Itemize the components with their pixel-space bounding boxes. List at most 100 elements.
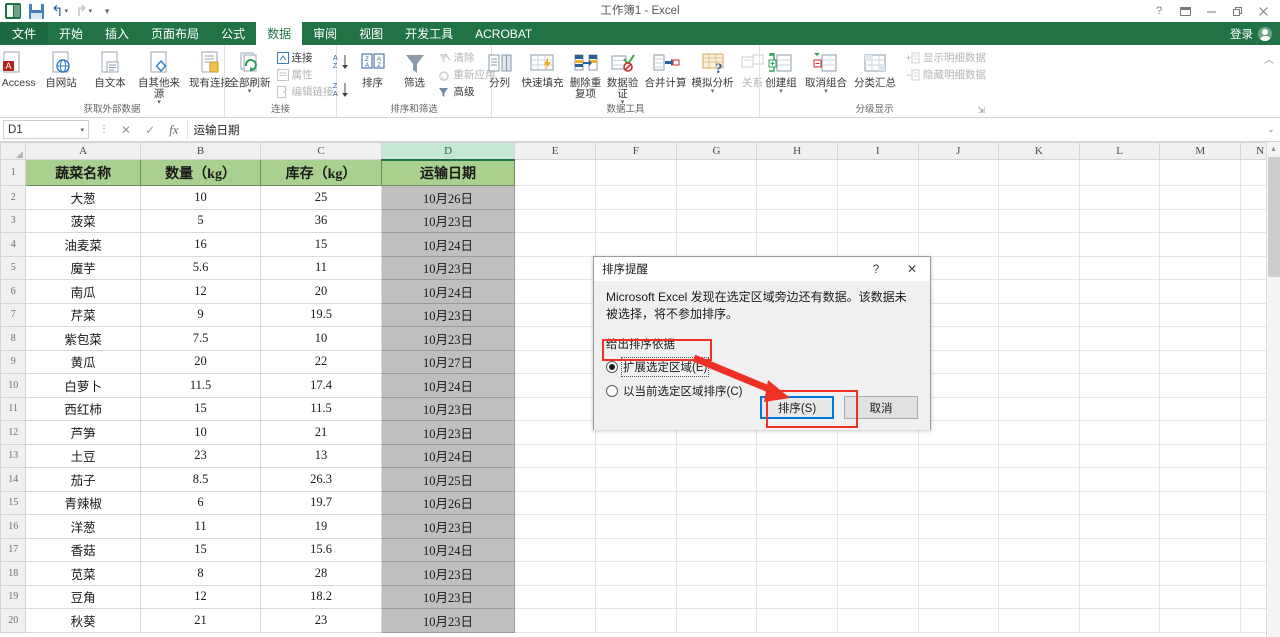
cell-k15[interactable]: [998, 490, 1080, 515]
cell-e11[interactable]: [514, 396, 596, 421]
cell-a10[interactable]: 白萝卜: [25, 373, 141, 398]
cell-k19[interactable]: [998, 584, 1080, 609]
cell-b20[interactable]: 21: [139, 608, 262, 633]
cell-k3[interactable]: [998, 208, 1080, 233]
cell-m3[interactable]: [1159, 208, 1242, 233]
cell-m1[interactable]: [1159, 159, 1242, 186]
cell-c9[interactable]: 22: [260, 349, 382, 374]
button-consolidate[interactable]: 合并计算: [642, 48, 690, 89]
cell-h13[interactable]: [756, 443, 838, 468]
cell-m9[interactable]: [1159, 349, 1242, 374]
cell-c4[interactable]: 15: [260, 232, 382, 257]
row-header-16[interactable]: 16: [0, 514, 27, 539]
cancel-entry-icon[interactable]: ✕: [121, 123, 131, 137]
cell-d20[interactable]: 10月23日: [380, 608, 516, 633]
button-hide-detail[interactable]: − 隐藏明细数据: [904, 67, 988, 82]
cell-k20[interactable]: [998, 608, 1080, 633]
cell-a16[interactable]: 洋葱: [25, 514, 141, 539]
cell-h2[interactable]: [756, 185, 838, 210]
cell-l9[interactable]: [1078, 349, 1161, 374]
cell-a1[interactable]: 蔬菜名称: [25, 159, 141, 186]
outline-dialog-launcher[interactable]: ⇲: [977, 105, 985, 116]
column-header-b[interactable]: B: [139, 142, 262, 160]
row-header-4[interactable]: 4: [0, 232, 27, 257]
cell-m19[interactable]: [1159, 584, 1242, 609]
expand-formula-bar-icon[interactable]: ⌄: [1262, 125, 1280, 134]
column-header-i[interactable]: I: [836, 142, 919, 160]
cell-k16[interactable]: [998, 514, 1080, 539]
cell-c18[interactable]: 28: [260, 561, 382, 586]
cell-l13[interactable]: [1078, 443, 1161, 468]
cell-h3[interactable]: [756, 208, 838, 233]
cell-g15[interactable]: [675, 490, 758, 515]
cell-b14[interactable]: 8.5: [139, 467, 262, 492]
cell-l18[interactable]: [1078, 561, 1161, 586]
row-header-19[interactable]: 19: [0, 584, 27, 609]
scrollbar-thumb[interactable]: [1268, 157, 1280, 277]
cell-g17[interactable]: [675, 537, 758, 562]
cell-m10[interactable]: [1159, 373, 1242, 398]
cell-h17[interactable]: [756, 537, 838, 562]
cell-e16[interactable]: [514, 514, 596, 539]
row-header-10[interactable]: 10: [0, 373, 27, 398]
chevron-down-icon[interactable]: ▾: [80, 126, 84, 134]
dialog-help-icon[interactable]: ?: [858, 257, 894, 281]
cell-m14[interactable]: [1159, 467, 1242, 492]
chevron-down-icon[interactable]: ▾: [824, 88, 828, 95]
close-icon[interactable]: [1250, 1, 1276, 21]
row-header-20[interactable]: 20: [0, 608, 27, 633]
cell-f18[interactable]: [594, 561, 677, 586]
cell-g18[interactable]: [675, 561, 758, 586]
cell-j4[interactable]: [917, 232, 1000, 257]
cell-m15[interactable]: [1159, 490, 1242, 515]
insert-function-icon[interactable]: fx: [169, 122, 178, 138]
cell-l8[interactable]: [1078, 326, 1161, 351]
cell-d19[interactable]: 10月23日: [380, 584, 516, 609]
cell-f14[interactable]: [594, 467, 677, 492]
cell-a4[interactable]: 油麦菜: [25, 232, 141, 257]
cell-b13[interactable]: 23: [139, 443, 262, 468]
cell-i2[interactable]: [836, 185, 919, 210]
button-from-web[interactable]: 自网站: [37, 48, 85, 89]
button-ungroup[interactable]: 取消组合 ▾: [802, 48, 850, 95]
cell-b1[interactable]: 数量（kg）: [139, 159, 262, 186]
column-header-m[interactable]: M: [1159, 142, 1242, 160]
tab-formulas[interactable]: 公式: [210, 22, 256, 45]
column-header-l[interactable]: L: [1078, 142, 1161, 160]
cell-k12[interactable]: [998, 420, 1080, 445]
cell-k6[interactable]: [998, 279, 1080, 304]
cell-l2[interactable]: [1078, 185, 1161, 210]
cell-g20[interactable]: [675, 608, 758, 633]
cell-i1[interactable]: [836, 159, 919, 186]
cell-k13[interactable]: [998, 443, 1080, 468]
undo-icon[interactable]: ↰ ▾: [51, 2, 68, 20]
cell-h15[interactable]: [756, 490, 838, 515]
cell-g14[interactable]: [675, 467, 758, 492]
cell-m17[interactable]: [1159, 537, 1242, 562]
cell-g3[interactable]: [675, 208, 758, 233]
cell-h16[interactable]: [756, 514, 838, 539]
cell-b6[interactable]: 12: [139, 279, 262, 304]
tab-page-layout[interactable]: 页面布局: [140, 22, 210, 45]
cell-j2[interactable]: [917, 185, 1000, 210]
cell-b11[interactable]: 15: [139, 396, 262, 421]
cell-f3[interactable]: [594, 208, 677, 233]
cell-l5[interactable]: [1078, 255, 1161, 280]
cell-c13[interactable]: 13: [260, 443, 382, 468]
cell-i15[interactable]: [836, 490, 919, 515]
cell-l10[interactable]: [1078, 373, 1161, 398]
cell-k18[interactable]: [998, 561, 1080, 586]
scroll-up-icon[interactable]: ▲: [1267, 142, 1280, 156]
cell-l16[interactable]: [1078, 514, 1161, 539]
cell-m13[interactable]: [1159, 443, 1242, 468]
button-edit-links[interactable]: 编辑链接: [275, 84, 336, 99]
cell-a13[interactable]: 土豆: [25, 443, 141, 468]
cell-c16[interactable]: 19: [260, 514, 382, 539]
cell-d18[interactable]: 10月23日: [380, 561, 516, 586]
cell-g4[interactable]: [675, 232, 758, 257]
cell-h4[interactable]: [756, 232, 838, 257]
cell-b10[interactable]: 11.5: [139, 373, 262, 398]
cell-e20[interactable]: [514, 608, 596, 633]
button-sort-ascending[interactable]: A Z: [331, 52, 351, 77]
cell-d2[interactable]: 10月26日: [380, 185, 516, 210]
